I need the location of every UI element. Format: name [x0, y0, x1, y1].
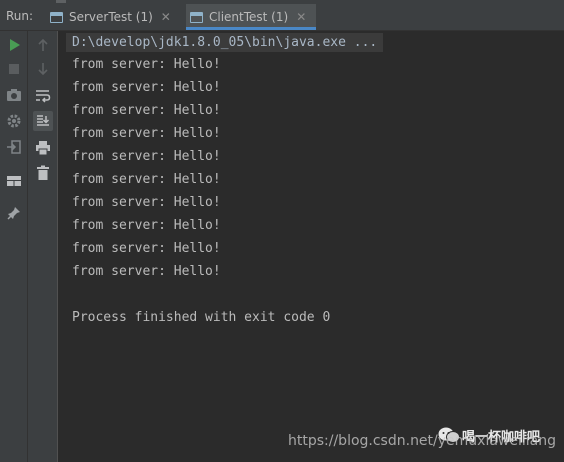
exit-message: Process finished with exit code 0: [72, 310, 331, 325]
command-line: D:\develop\jdk1.8.0_05\bin\java.exe ...: [66, 33, 384, 52]
output-line: from server: Hello!: [72, 57, 221, 72]
close-icon[interactable]: ✕: [161, 10, 171, 24]
output-line: from server: Hello!: [72, 80, 221, 95]
active-tab-indicator: [186, 27, 317, 30]
output-line: from server: Hello!: [72, 103, 221, 118]
console-output[interactable]: D:\develop\jdk1.8.0_05\bin\java.exe ... …: [58, 31, 564, 462]
output-line: from server: Hello!: [72, 264, 221, 279]
output-line: from server: Hello!: [72, 149, 221, 164]
scroll-to-end-icon[interactable]: [33, 111, 53, 131]
output-line: from server: Hello!: [72, 172, 221, 187]
console-toolbar: [28, 31, 58, 462]
output-line: from server: Hello!: [72, 218, 221, 233]
layout-icon[interactable]: [4, 171, 24, 191]
run-tab-bar: Run: ServerTest (1) ✕ ClientTest (1) ✕: [0, 4, 564, 31]
tab-clienttest[interactable]: ClientTest (1) ✕: [186, 4, 317, 30]
pin-icon[interactable]: [4, 203, 24, 223]
console-tab-icon: [50, 11, 63, 23]
tab-servertest[interactable]: ServerTest (1) ✕: [50, 4, 171, 30]
stop-icon[interactable]: [4, 59, 24, 79]
run-label: Run:: [6, 9, 34, 23]
close-icon[interactable]: ✕: [296, 10, 306, 24]
output-line: from server: Hello!: [72, 195, 221, 210]
output-line: from server: Hello!: [72, 241, 221, 256]
output-line: from server: Hello!: [72, 126, 221, 141]
arrow-up-icon[interactable]: [33, 35, 53, 55]
soft-wrap-icon[interactable]: [33, 86, 53, 106]
run-left-toolbar: [0, 31, 28, 462]
exit-icon[interactable]: [4, 137, 24, 157]
watermark-url: https://blog.csdn.net/yemuxiaweiliang: [288, 433, 556, 449]
console-tab-icon: [190, 11, 203, 23]
arrow-down-icon[interactable]: [33, 59, 53, 79]
camera-icon[interactable]: [4, 85, 24, 105]
tab-label: ClientTest (1): [209, 10, 289, 24]
run-icon[interactable]: [4, 35, 24, 55]
settings-icon[interactable]: [4, 111, 24, 131]
print-icon[interactable]: [33, 138, 53, 158]
trash-icon[interactable]: [33, 163, 53, 183]
tab-label: ServerTest (1): [69, 10, 153, 24]
